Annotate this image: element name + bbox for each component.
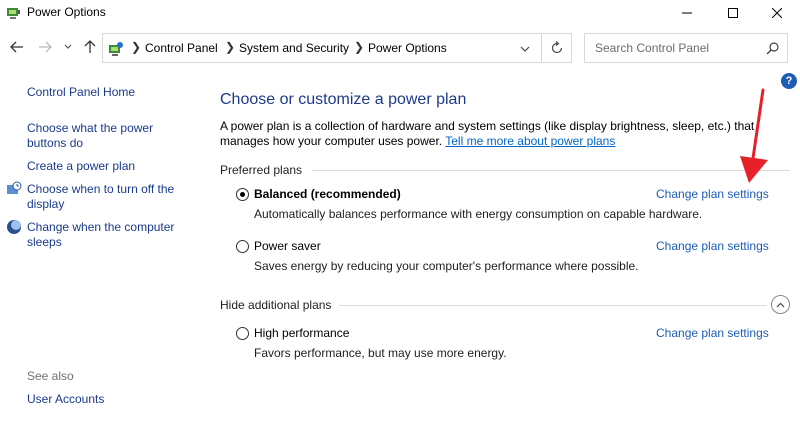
chevron-up-icon <box>776 302 785 307</box>
breadcrumb-separator: ❯ <box>131 40 142 54</box>
link-user-accounts[interactable]: User Accounts <box>27 392 104 407</box>
radio-power-saver[interactable] <box>236 240 249 253</box>
change-plan-settings-power-saver[interactable]: Change plan settings <box>656 239 769 253</box>
preferred-plans-heading: Preferred plans <box>220 163 303 177</box>
address-dropdown-button[interactable] <box>517 41 533 57</box>
link-create-power-plan[interactable]: Create a power plan <box>27 159 135 174</box>
change-plan-settings-balanced[interactable]: Change plan settings <box>656 187 769 201</box>
forward-button[interactable] <box>36 37 54 57</box>
divider <box>339 305 767 306</box>
forward-arrow-icon <box>39 41 52 53</box>
radio-balanced[interactable] <box>236 188 249 201</box>
minimize-button[interactable] <box>664 0 710 25</box>
breadcrumb-separator: ❯ <box>225 40 236 54</box>
search-input[interactable]: Search Control Panel <box>595 41 709 55</box>
maximize-button[interactable] <box>710 0 756 25</box>
breadcrumb-control-panel[interactable]: Control Panel <box>145 41 218 55</box>
search-box[interactable]: Search Control Panel <box>584 33 788 63</box>
plan-name-power-saver[interactable]: Power saver <box>254 239 321 253</box>
breadcrumb-separator: ❯ <box>354 40 365 54</box>
chevron-down-icon <box>520 46 530 52</box>
plan-desc-high-performance: Favors performance, but may use more ene… <box>254 346 507 360</box>
title-bar: Power Options <box>0 0 800 25</box>
maximize-icon <box>728 7 738 18</box>
plan-desc-power-saver: Saves energy by reducing your computer's… <box>254 259 639 273</box>
close-icon <box>772 7 782 18</box>
up-button[interactable] <box>82 37 98 57</box>
hide-additional-plans-heading[interactable]: Hide additional plans <box>220 298 331 312</box>
divider <box>312 170 790 171</box>
change-plan-settings-high-performance[interactable]: Change plan settings <box>656 326 769 340</box>
sleep-moon-icon <box>7 220 21 234</box>
window-title: Power Options <box>27 5 106 19</box>
up-arrow-icon <box>84 40 96 53</box>
recent-locations-button[interactable] <box>62 37 74 57</box>
breadcrumb-power-options[interactable]: Power Options <box>368 41 447 55</box>
left-task-pane: Control Panel Home Choose what the power… <box>0 71 205 427</box>
link-control-panel-home[interactable]: Control Panel Home <box>27 85 135 100</box>
navigation-bar: ❯ Control Panel ❯ System and Security ❯ … <box>0 25 800 71</box>
plan-name-high-performance[interactable]: High performance <box>254 326 349 340</box>
back-arrow-icon <box>10 41 23 53</box>
refresh-icon <box>551 41 562 54</box>
breadcrumb-system-and-security[interactable]: System and Security <box>239 41 349 55</box>
page-description: A power plan is a collection of hardware… <box>220 119 760 149</box>
back-button[interactable] <box>8 37 26 57</box>
learn-more-link[interactable]: Tell me more about power plans <box>445 134 615 148</box>
link-computer-sleeps[interactable]: Change when the computer sleeps <box>27 220 187 250</box>
address-bar[interactable]: ❯ Control Panel ❯ System and Security ❯ … <box>102 33 542 63</box>
radio-high-performance[interactable] <box>236 327 249 340</box>
close-button[interactable] <box>754 0 800 25</box>
minimize-icon <box>682 12 692 13</box>
control-panel-icon <box>109 42 123 56</box>
search-icon[interactable] <box>765 41 781 57</box>
display-clock-icon <box>7 181 22 194</box>
power-options-icon <box>7 8 20 19</box>
chevron-down-icon <box>64 44 72 49</box>
see-also-label: See also <box>27 369 74 383</box>
link-turn-off-display[interactable]: Choose when to turn off the display <box>27 182 187 212</box>
plan-desc-balanced: Automatically balances performance with … <box>254 207 703 221</box>
collapse-plans-button[interactable] <box>771 295 790 314</box>
link-power-buttons[interactable]: Choose what the power buttons do <box>27 121 177 151</box>
refresh-button[interactable] <box>542 33 572 63</box>
main-content: ? Choose or customize a power plan A pow… <box>205 71 800 427</box>
plan-name-balanced[interactable]: Balanced (recommended) <box>254 187 401 201</box>
page-title: Choose or customize a power plan <box>220 91 467 108</box>
help-button[interactable]: ? <box>781 73 797 89</box>
